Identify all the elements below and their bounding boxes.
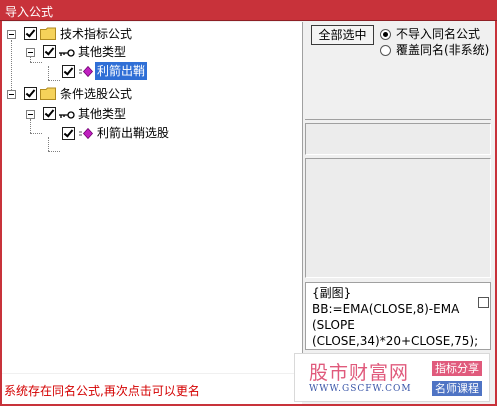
radio-label: 不导入同名公式 bbox=[396, 27, 481, 41]
node-checkbox[interactable] bbox=[24, 27, 37, 40]
tree-line bbox=[48, 151, 60, 152]
collapse-icon[interactable] bbox=[26, 110, 35, 119]
node-label: 其他类型 bbox=[78, 45, 127, 59]
node-checkbox[interactable] bbox=[62, 65, 75, 78]
tree-node-other-type-2[interactable]: 其他类型 bbox=[2, 105, 302, 123]
formula-line: (SLOPE bbox=[312, 318, 355, 332]
formula-icon bbox=[79, 127, 94, 142]
select-all-button[interactable]: 全部选中 bbox=[311, 25, 374, 45]
watermark-badge-share: 指标分享 bbox=[432, 361, 482, 376]
formula-checkbox[interactable] bbox=[478, 297, 489, 308]
tree-line bbox=[48, 80, 60, 81]
node-label: 条件选股公式 bbox=[60, 87, 133, 101]
node-checkbox[interactable] bbox=[24, 87, 37, 100]
watermark-name: 股市财富网 bbox=[309, 362, 410, 384]
title-bar: 导入公式 bbox=[0, 0, 497, 21]
description-box bbox=[305, 158, 491, 278]
formula-line: {副图} bbox=[312, 286, 352, 300]
formula-tree[interactable]: 技术指标公式 其他类型 利箭出鞘 条件选股公式 其他类型 利箭出鞘选股 bbox=[2, 22, 303, 373]
tree-node-other-type[interactable]: 其他类型 bbox=[2, 43, 302, 61]
node-checkbox[interactable] bbox=[62, 127, 75, 140]
status-bar: 系统存在同名公式,再次点击可以更名 bbox=[2, 374, 302, 404]
radio-skip-duplicates[interactable]: 不导入同名公式 bbox=[380, 27, 490, 41]
folder-icon bbox=[40, 87, 56, 103]
tree-node-liejian-chuqiao[interactable]: 利箭出鞘 bbox=[2, 62, 302, 80]
tree-node-stock-selection-formulas[interactable]: 条件选股公式 bbox=[2, 85, 302, 103]
site-watermark: 股市财富网 WWW.GSCFW.COM 指标分享 名师课程 bbox=[294, 353, 490, 402]
tree-node-indicator-formulas[interactable]: 技术指标公式 bbox=[2, 25, 302, 43]
key-icon bbox=[59, 47, 75, 61]
formula-line: (CLOSE,34)*20+CLOSE,75); bbox=[312, 334, 479, 348]
node-label: 技术指标公式 bbox=[60, 27, 133, 41]
collapse-icon[interactable] bbox=[7, 30, 16, 39]
radio-dot[interactable] bbox=[380, 29, 391, 40]
radio-overwrite-duplicates[interactable]: 覆盖同名(非系统) bbox=[380, 43, 490, 57]
radio-dot[interactable] bbox=[380, 45, 391, 56]
node-checkbox[interactable] bbox=[43, 107, 56, 120]
watermark-badge-courses: 名师课程 bbox=[432, 381, 482, 396]
node-label: 利箭出鞘 bbox=[95, 62, 148, 80]
formula-line: BB:=EMA(CLOSE,8)-EMA bbox=[312, 302, 460, 316]
folder-icon bbox=[40, 27, 56, 43]
node-checkbox[interactable] bbox=[43, 45, 56, 58]
collapse-icon[interactable] bbox=[26, 48, 35, 57]
divider bbox=[305, 119, 491, 120]
formula-icon bbox=[79, 65, 94, 80]
tree-node-liejian-chuqiao-xuangu[interactable]: 利箭出鞘选股 bbox=[2, 124, 302, 142]
node-label: 利箭出鞘选股 bbox=[97, 126, 170, 140]
node-label: 其他类型 bbox=[78, 107, 127, 121]
formula-preview[interactable]: {副图} BB:=EMA(CLOSE,8)-EMA (SLOPE (CLOSE,… bbox=[305, 282, 491, 350]
watermark-url: WWW.GSCFW.COM bbox=[309, 384, 412, 394]
radio-label: 覆盖同名(非系统) bbox=[396, 43, 490, 57]
key-icon bbox=[59, 109, 75, 123]
window-title: 导入公式 bbox=[5, 5, 54, 19]
collapse-icon[interactable] bbox=[7, 90, 16, 99]
info-box bbox=[305, 123, 491, 155]
status-message: 系统存在同名公式,再次点击可以更名 bbox=[4, 384, 200, 398]
